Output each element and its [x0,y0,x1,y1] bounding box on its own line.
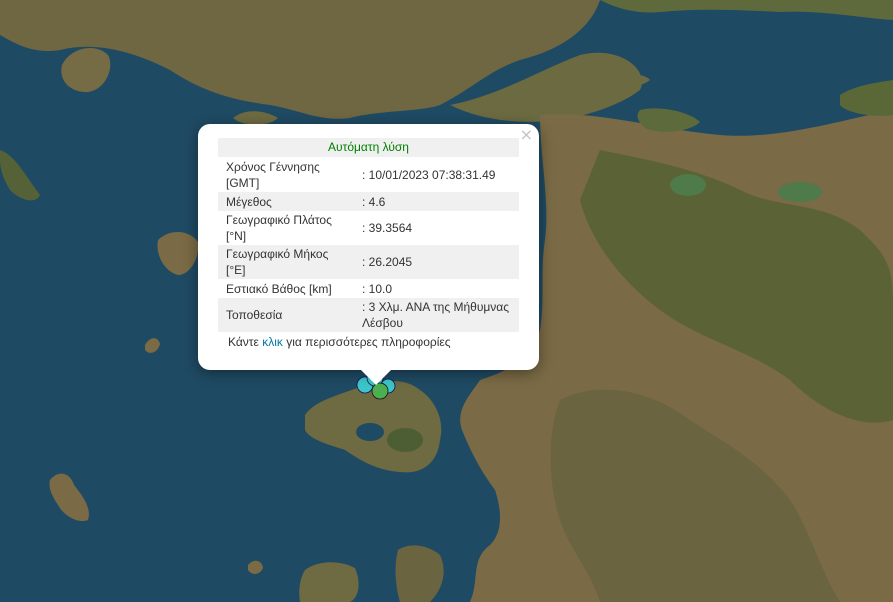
table-row: Γεωγραφικό Μήκος [°E] : 26.2045 [218,245,519,279]
origin-time-label: Χρόνος Γέννησης [GMT] [218,158,354,192]
latitude-label: Γεωγραφικό Πλάτος [°N] [218,211,354,245]
table-row: Εστιακό Βάθος [km] : 10.0 [218,279,519,298]
location-value: : 3 Χλμ. ΑΝΑ της Μήθυμνας Λέσβου [354,298,519,332]
table-row: Μέγεθος : 4.6 [218,192,519,211]
magnitude-label: Μέγεθος [218,192,354,211]
more-info-suffix: για περισσότερες πληροφορίες [282,335,451,349]
more-info-prefix: Κάντε [228,335,263,349]
popup-title: Αυτόματη λύση [218,138,519,157]
origin-time-value: : 10/01/2023 07:38:31.49 [354,158,519,192]
magnitude-value: : 4.6 [354,192,519,211]
table-row: Χρόνος Γέννησης [GMT] : 10/01/2023 07:38… [218,158,519,192]
depth-label: Εστιακό Βάθος [km] [218,279,354,298]
table-row: Τοποθεσία : 3 Χλμ. ΑΝΑ της Μήθυμνας Λέσβ… [218,298,519,332]
popup-tip [360,369,392,385]
popup-content: Αυτόματη λύση Χρόνος Γέννησης [GMT] : 10… [218,138,519,352]
more-info-link[interactable]: κλικ [262,335,283,349]
map-view[interactable]: × Αυτόματη λύση Χρόνος Γέννησης [GMT] : … [0,0,893,602]
close-icon[interactable]: × [520,126,533,144]
earthquake-popup: × Αυτόματη λύση Χρόνος Γέννησης [GMT] : … [198,124,539,370]
depth-value: : 10.0 [354,279,519,298]
latitude-value: : 39.3564 [354,211,519,245]
location-label: Τοποθεσία [218,298,354,332]
more-info-text: Κάντε κλικ για περισσότερες πληροφορίες [218,332,519,352]
earthquake-info-table: Χρόνος Γέννησης [GMT] : 10/01/2023 07:38… [218,158,519,332]
longitude-label: Γεωγραφικό Μήκος [°E] [218,245,354,279]
longitude-value: : 26.2045 [354,245,519,279]
table-row: Γεωγραφικό Πλάτος [°N] : 39.3564 [218,211,519,245]
